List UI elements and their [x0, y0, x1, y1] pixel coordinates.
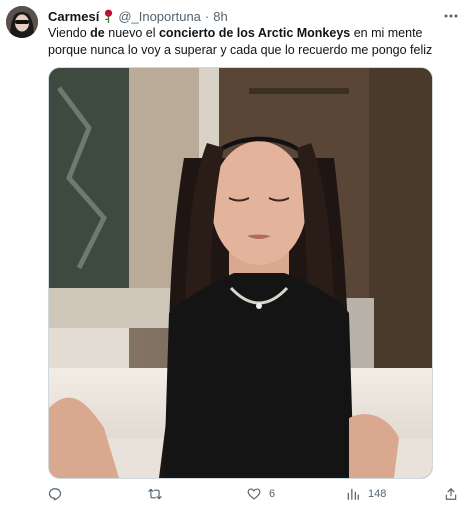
handle[interactable]: @_Inoportuna — [118, 9, 201, 24]
rose-emoji-icon — [102, 9, 115, 23]
action-bar: 6 148 — [48, 484, 463, 504]
retweet-button[interactable] — [148, 484, 170, 504]
media-image — [49, 68, 432, 478]
like-button[interactable]: 6 — [247, 484, 275, 504]
tweet-media[interactable] — [48, 67, 433, 479]
reply-button[interactable] — [48, 484, 70, 504]
views-count: 148 — [368, 488, 387, 500]
text-bold: de — [90, 26, 105, 40]
views-icon — [347, 488, 359, 500]
share-button[interactable] — [444, 484, 458, 504]
text-part: nuevo el — [104, 26, 159, 40]
reply-icon — [48, 488, 62, 501]
heart-icon — [247, 488, 261, 500]
separator-dot: · — [204, 8, 210, 24]
like-count: 6 — [269, 488, 276, 500]
text-bold: concierto de los Arctic Monkeys — [158, 26, 351, 40]
display-name[interactable]: Carmesí — [48, 9, 99, 24]
avatar-image — [6, 6, 38, 38]
tweet-text: Viendo de nuevo el concierto de los Arct… — [48, 25, 458, 59]
text-part: Viendo — [48, 26, 91, 40]
more-options-icon[interactable] — [441, 7, 461, 25]
tweet: Carmesí @_Inoportuna · 8h Viendo de nuev… — [0, 0, 473, 510]
avatar[interactable] — [6, 6, 38, 38]
tweet-header: Carmesí @_Inoportuna · 8h — [48, 7, 461, 25]
retweet-icon — [148, 488, 162, 500]
timestamp[interactable]: 8h — [213, 9, 227, 24]
share-icon — [445, 488, 457, 500]
views-button[interactable]: 148 — [346, 484, 386, 504]
